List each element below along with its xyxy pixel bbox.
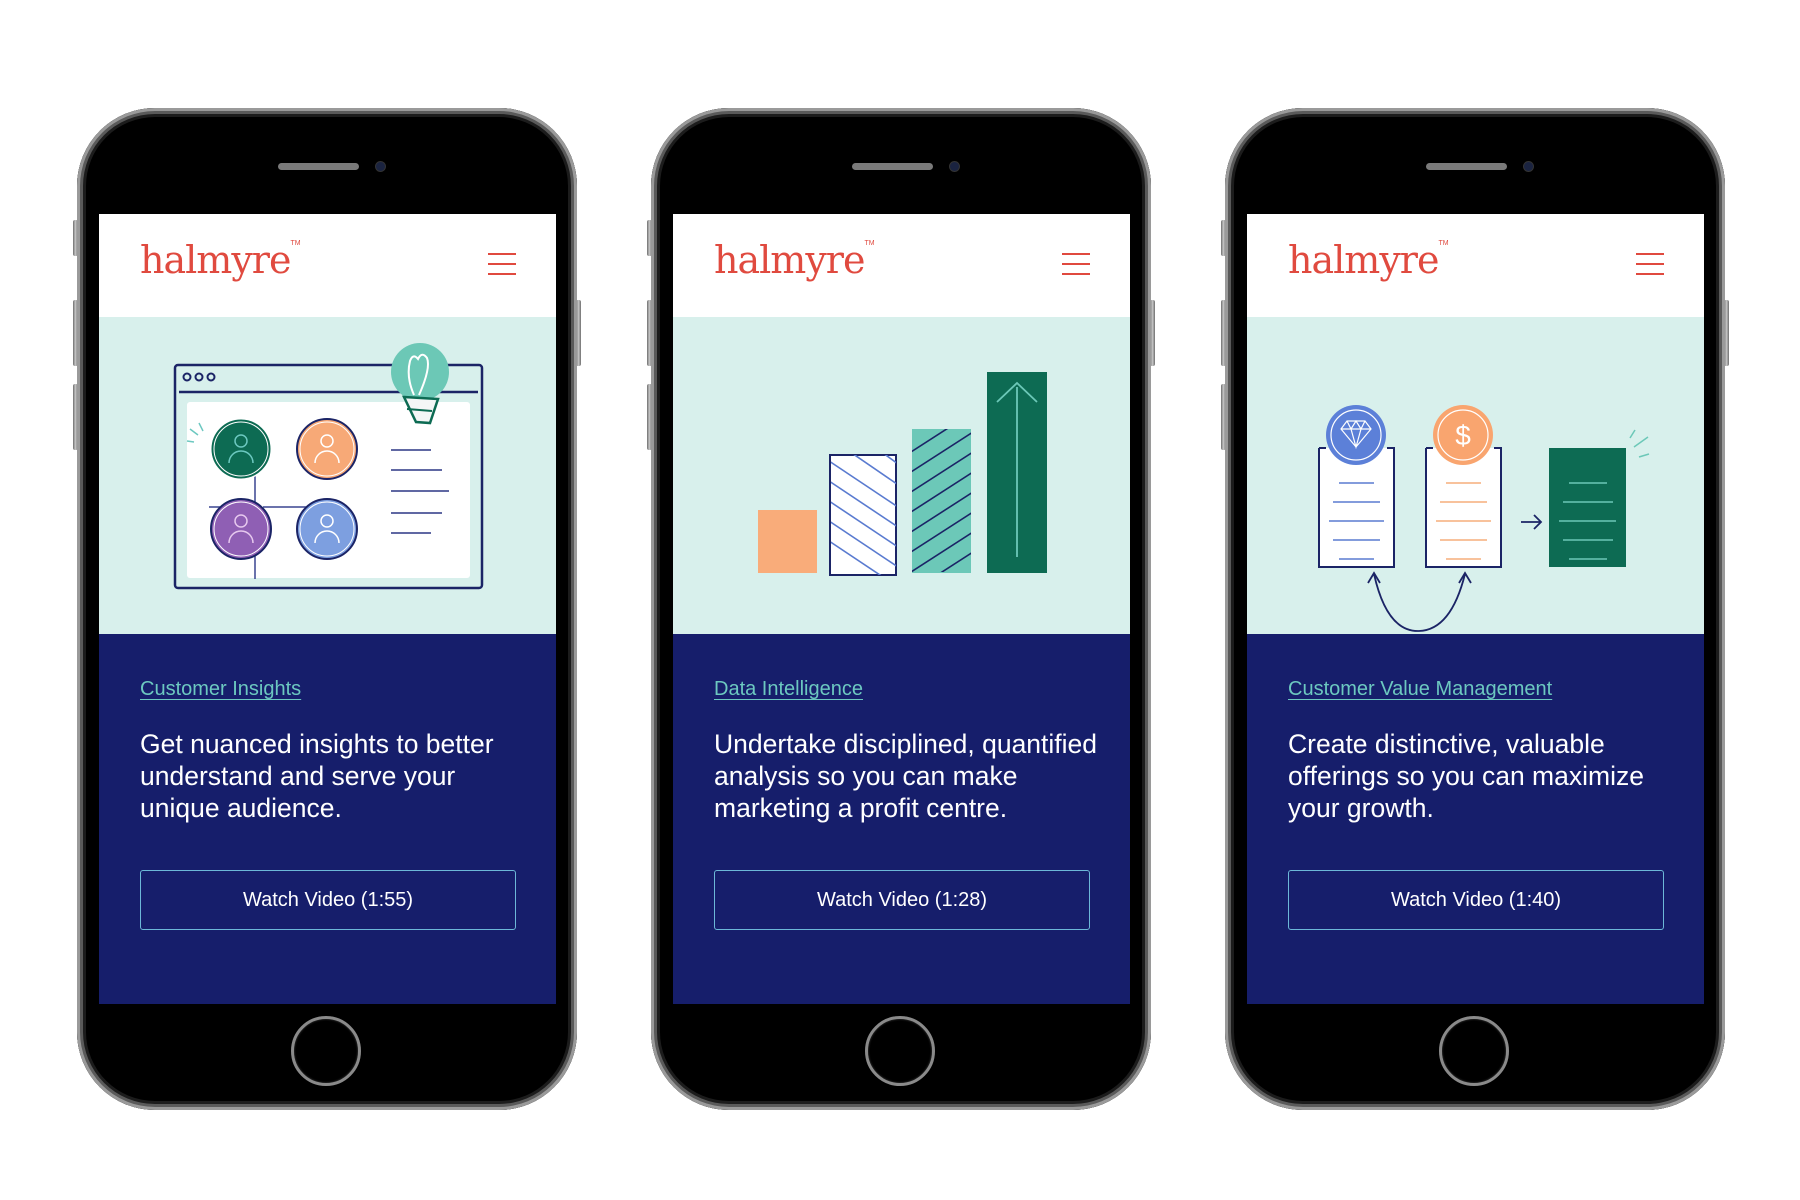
hamburger-menu-icon[interactable] [488,253,516,275]
feature-card: Customer Insights Get nuanced insights t… [99,634,556,1004]
feature-description: Undertake disciplined, quantified analys… [714,729,1098,823]
feature-card: Data Intelligence Undertake disciplined,… [673,634,1130,1004]
watch-video-button[interactable]: Watch Video (1:55) [140,870,516,930]
trademark: TM [864,240,875,248]
watch-video-button[interactable]: Watch Video (1:28) [714,870,1090,930]
site-header: halmyreTM [99,214,556,317]
user-icon [210,418,272,480]
phone-mockup-1: halmyreTM Customer Insights Get nuanced … [73,108,581,1110]
earpiece-speaker [852,163,933,170]
customer-insights-illustration [99,317,556,634]
document-green [1549,448,1626,567]
brand-logo[interactable]: halmyreTM [1288,238,1449,282]
document-blue [1318,447,1395,568]
phone-mockup-3: halmyreTM $ Customer Value Management Cr… [1221,108,1729,1110]
brand-name: halmyre [1288,238,1439,282]
trademark: TM [1438,240,1449,248]
site-header: halmyreTM [1247,214,1704,317]
home-button[interactable] [291,1016,361,1086]
phone-mockup-2: halmyreTM Data Intelligence Undertake di… [647,108,1155,1110]
user-icon [296,418,358,480]
home-button[interactable] [865,1016,935,1086]
phone-screen: halmyreTM [673,214,1130,1004]
diamond-icon [1326,405,1386,465]
trademark: TM [290,240,301,248]
watch-video-button[interactable]: Watch Video (1:40) [1288,870,1664,930]
user-icon [210,498,272,560]
earpiece-speaker [1426,163,1507,170]
home-button[interactable] [1439,1016,1509,1086]
feature-card: Customer Value Management Create distinc… [1247,634,1704,1004]
earpiece-speaker [278,163,359,170]
front-camera [950,162,959,171]
front-camera [376,162,385,171]
bar-striped [912,429,971,573]
hamburger-menu-icon[interactable] [1636,253,1664,275]
category-link[interactable]: Data Intelligence [714,678,863,701]
bar-outlined [829,454,897,576]
dollar-icon: $ [1433,405,1493,465]
phone-screen: halmyreTM [99,214,556,1004]
document-orange [1425,447,1502,568]
category-link[interactable]: Customer Value Management [1288,678,1552,701]
exchange-arrow-icon [1367,571,1472,632]
front-camera [1524,162,1533,171]
brand-name: halmyre [140,238,291,282]
bar-small [758,510,817,573]
svg-text:$: $ [1455,420,1471,451]
feature-description: Get nuanced insights to better understan… [140,729,494,823]
brand-logo[interactable]: halmyreTM [140,238,301,282]
brand-logo[interactable]: halmyreTM [714,238,875,282]
feature-description: Create distinctive, valuable offerings s… [1288,729,1644,823]
site-header: halmyreTM [673,214,1130,317]
sparkle-lines [1629,429,1650,458]
hamburger-menu-icon[interactable] [1062,253,1090,275]
brand-name: halmyre [714,238,865,282]
user-icon [296,498,358,560]
data-intelligence-illustration [673,317,1130,634]
customer-value-illustration: $ [1247,317,1704,634]
category-link[interactable]: Customer Insights [140,678,301,701]
phone-screen: halmyreTM [1247,214,1704,1004]
